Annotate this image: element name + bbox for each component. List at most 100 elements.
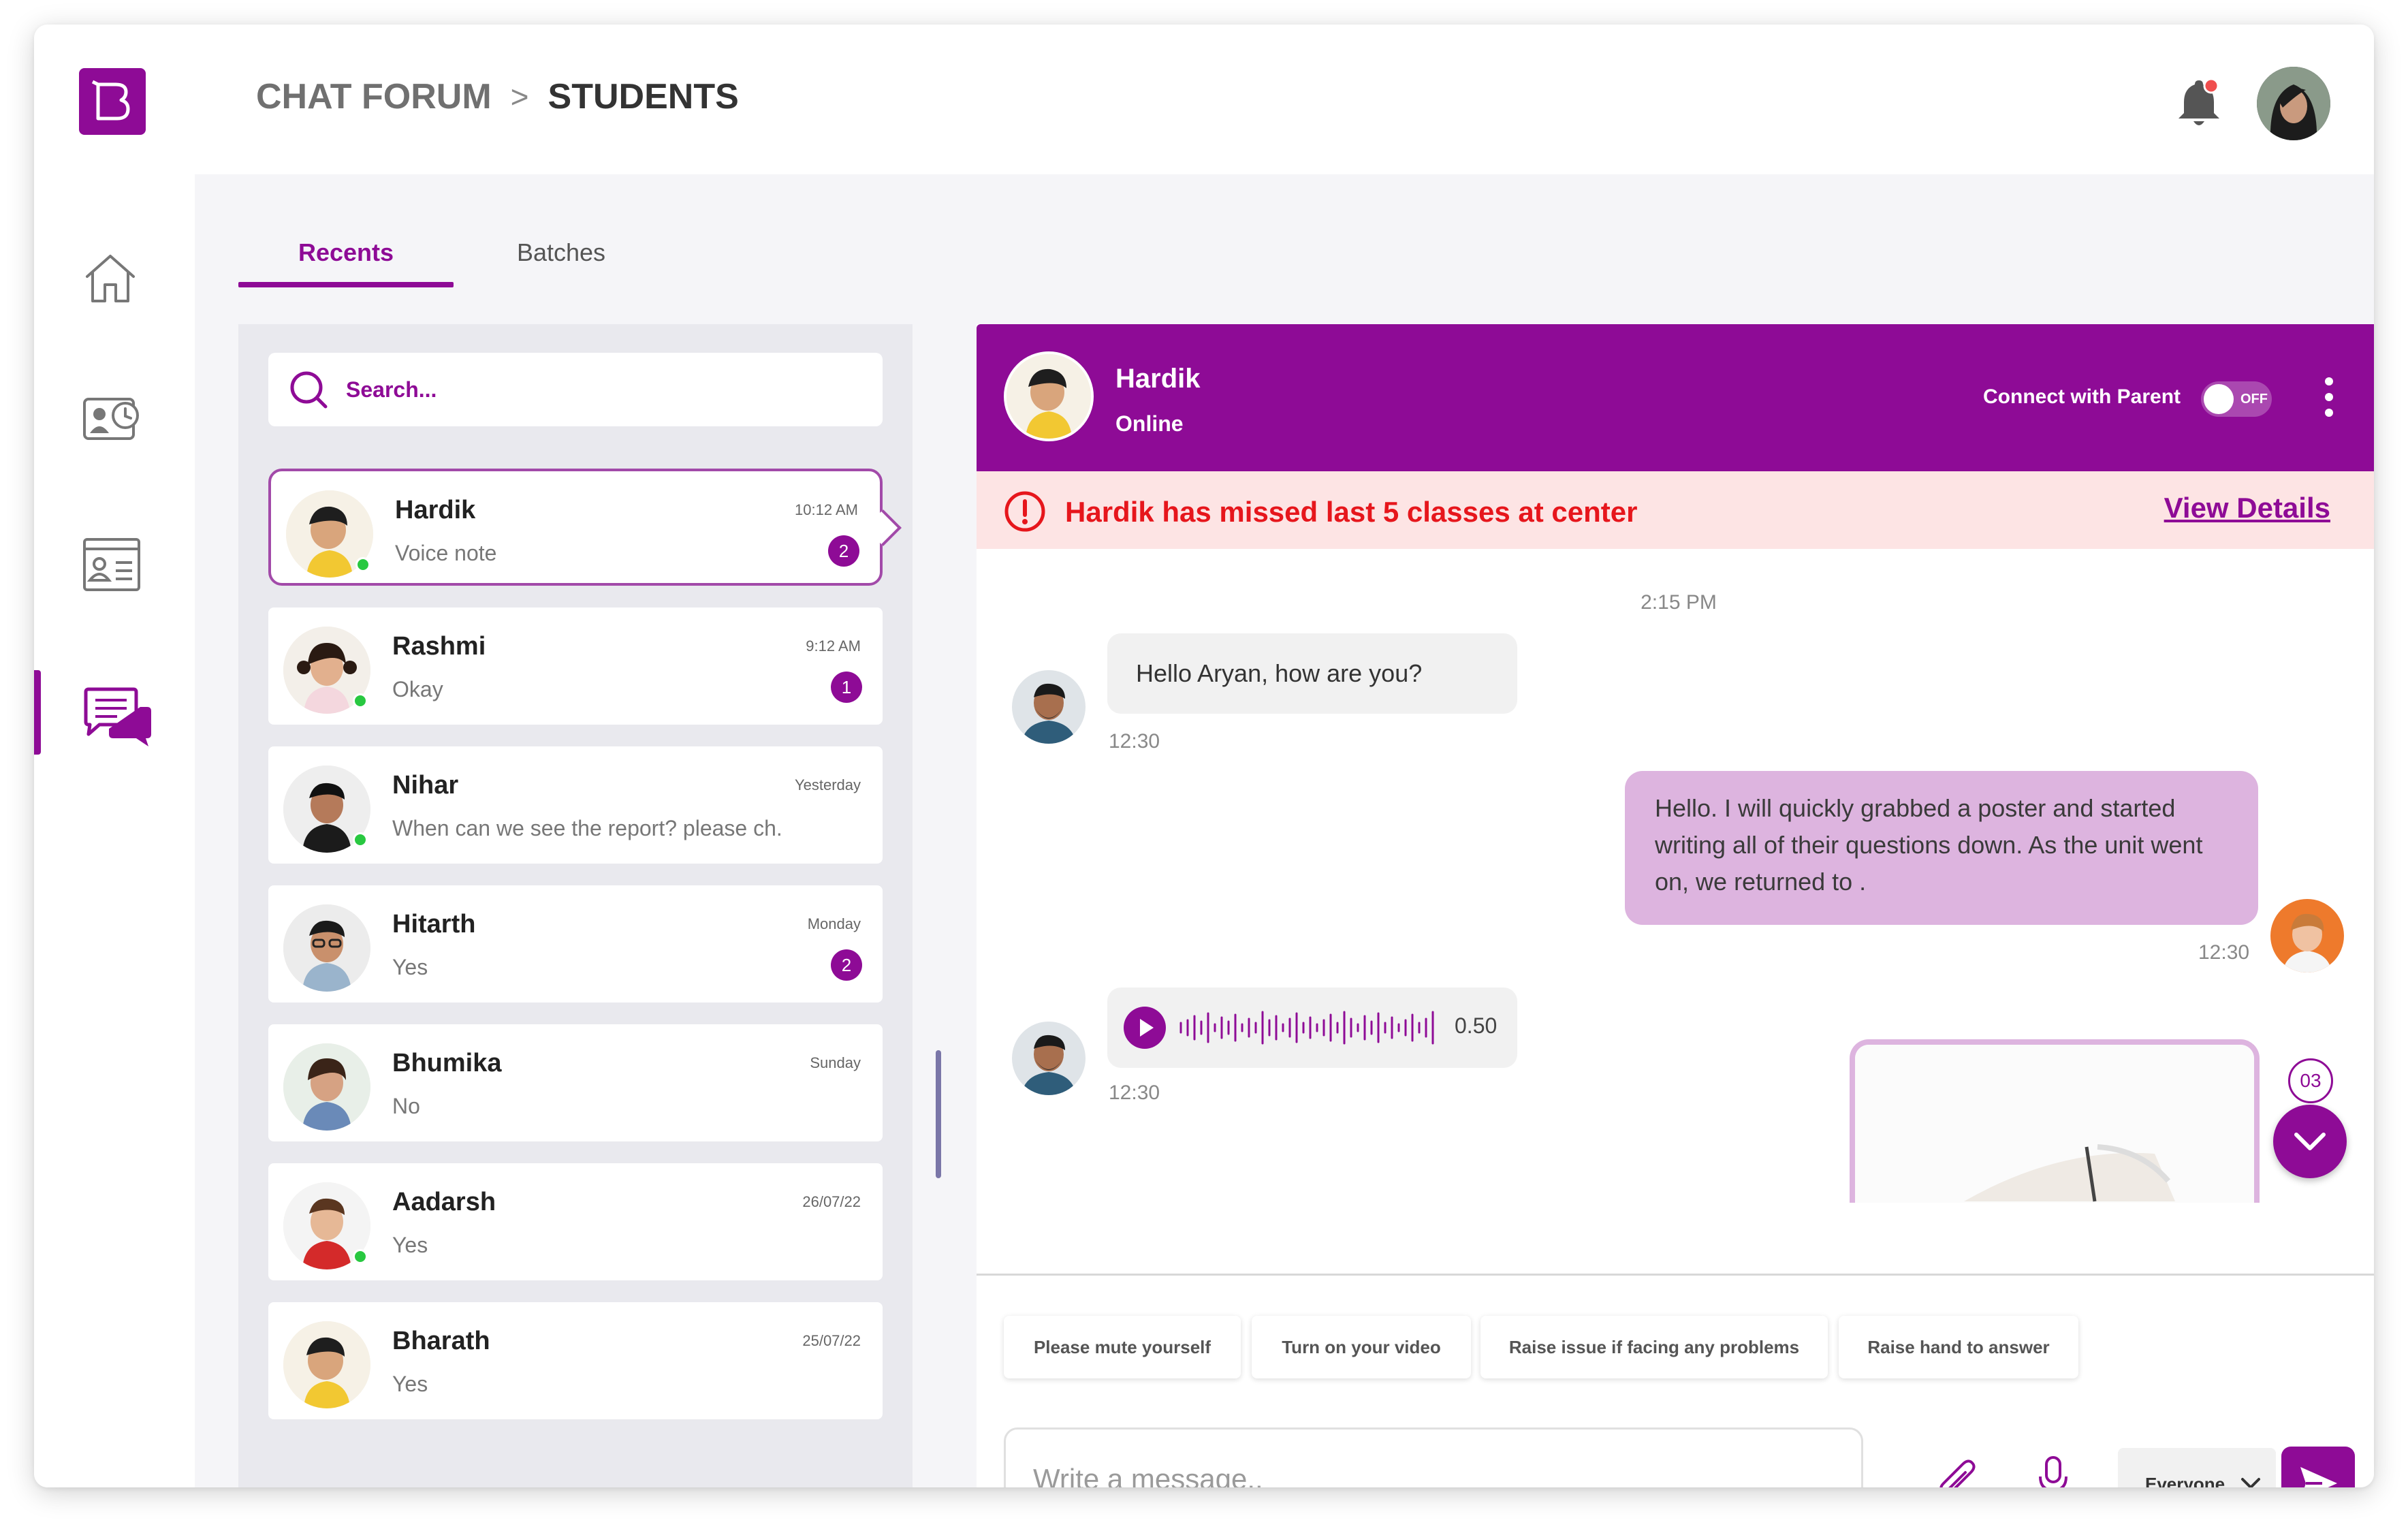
chat-list-item[interactable]: Aadarsh Yes 26/07/22	[268, 1163, 883, 1280]
breadcrumb-root[interactable]: CHAT FORUM	[256, 76, 492, 117]
contact-name: Hardik	[395, 496, 476, 524]
last-message: When can we see the report? please ch.	[392, 816, 782, 840]
alert-message: Hardik has missed last 5 classes at cent…	[1065, 496, 1638, 528]
contact-avatar[interactable]	[1004, 351, 1094, 441]
top-header: CHAT FORUM > STUDENTS	[195, 25, 2374, 174]
nav-directory[interactable]	[34, 518, 195, 606]
contact-name: Bhumika	[392, 1049, 502, 1077]
main-content: Recents Batches Hardik Voice note 10:12 …	[195, 174, 2374, 1487]
unread-badge: 2	[831, 949, 862, 981]
nav-home[interactable]	[34, 232, 195, 320]
toggle-knob	[2204, 384, 2234, 414]
outgoing-message-bubble: Hello. I will quickly grabbed a poster a…	[1625, 771, 2258, 925]
message-composer[interactable]	[1004, 1427, 1863, 1487]
voice-duration: 0.50	[1455, 1013, 1498, 1038]
avatar	[283, 1043, 370, 1131]
incoming-message-bubble: Hello Aryan, how are you?	[1107, 633, 1517, 714]
audience-dropdown[interactable]: Everyone	[2118, 1448, 2276, 1487]
quick-reply-raise-hand[interactable]: Raise hand to answer	[1839, 1316, 2078, 1378]
chat-tabs: Recents Batches	[238, 226, 669, 294]
quick-reply-video[interactable]: Turn on your video	[1252, 1316, 1471, 1378]
nav-chat[interactable]	[34, 667, 195, 756]
tab-recents[interactable]: Recents	[238, 226, 454, 294]
my-avatar	[2270, 899, 2344, 973]
breadcrumb: CHAT FORUM > STUDENTS	[256, 76, 739, 117]
message-time: 12:30	[2198, 941, 2250, 964]
image-message-preview[interactable]	[1850, 1039, 2260, 1203]
message-time: 12:30	[1109, 730, 1160, 753]
message-time: 25/07/22	[802, 1332, 861, 1349]
last-message: Yes	[392, 1233, 428, 1257]
contact-name: Aadarsh	[392, 1188, 496, 1216]
search-box[interactable]	[268, 353, 883, 426]
chat-list-item[interactable]: Hitarth Yes Monday 2	[268, 885, 883, 1003]
profile-card-icon	[83, 398, 139, 440]
scroll-down-button[interactable]	[2273, 1105, 2347, 1178]
microphone-icon[interactable]	[2036, 1455, 2070, 1487]
time-separator: 2:15 PM	[1641, 591, 1717, 614]
message-time: Monday	[807, 915, 861, 932]
chat-list-scrollbar[interactable]	[936, 1050, 941, 1178]
more-options-icon[interactable]	[2322, 377, 2336, 422]
nav-profile[interactable]	[34, 375, 195, 463]
toggle-state-label: OFF	[2240, 392, 2268, 407]
tab-batches[interactable]: Batches	[454, 226, 669, 294]
online-status-dot	[353, 1249, 368, 1264]
audience-value: Everyone	[2145, 1474, 2225, 1487]
online-status-dot	[353, 832, 368, 847]
message-time: 26/07/22	[802, 1193, 861, 1210]
message-time: Sunday	[810, 1054, 861, 1071]
alert-icon	[1004, 491, 1045, 532]
last-message: No	[392, 1094, 420, 1118]
waveform-icon	[1179, 1011, 1434, 1045]
send-button[interactable]	[2281, 1447, 2355, 1487]
sender-avatar	[1012, 670, 1086, 744]
user-avatar[interactable]	[2257, 67, 2330, 140]
message-time: Yesterday	[794, 776, 861, 793]
unread-badge: 1	[831, 672, 862, 703]
conversation-panel: Hardik Online Connect with Parent OFF Ha…	[977, 324, 2374, 1487]
last-message: Voice note	[395, 541, 497, 565]
breadcrumb-chevron-icon: >	[510, 79, 529, 114]
last-message: Yes	[392, 1372, 428, 1396]
contact-name: Nihar	[392, 771, 459, 800]
paperclip-icon[interactable]	[1934, 1457, 1979, 1487]
message-input[interactable]	[1033, 1463, 1837, 1487]
quick-reply-mute[interactable]: Please mute yourself	[1004, 1316, 1241, 1378]
contact-status: Online	[1115, 411, 1184, 436]
view-details-link[interactable]: View Details	[2164, 492, 2330, 524]
online-status-dot	[353, 693, 368, 708]
voice-note-bubble: 0.50	[1107, 988, 1517, 1068]
chevron-down-icon	[2294, 1133, 2326, 1150]
chat-list-item[interactable]: Bharath Yes 25/07/22	[268, 1302, 883, 1419]
nav-rail	[34, 25, 195, 1487]
message-thread[interactable]: 2:15 PM Hello Aryan, how are you? 12:30 …	[977, 549, 2374, 1274]
search-input[interactable]	[346, 377, 877, 403]
attendance-alert: Hardik has missed last 5 classes at cent…	[977, 471, 2374, 549]
home-icon	[86, 255, 135, 302]
quick-reply-raise-issue[interactable]: Raise issue if facing any problems	[1480, 1316, 1828, 1378]
notification-bell-icon[interactable]	[2174, 76, 2222, 131]
chat-list-item[interactable]: Rashmi Okay 9:12 AM 1	[268, 607, 883, 725]
chat-list-item[interactable]: Nihar When can we see the report? please…	[268, 746, 883, 864]
breadcrumb-current: STUDENTS	[548, 77, 739, 116]
contact-name: Rashmi	[392, 632, 486, 661]
connect-parent-label: Connect with Parent	[1983, 385, 2181, 408]
unread-badge: 2	[828, 535, 859, 567]
chat-list-item[interactable]: Bhumika No Sunday	[268, 1024, 883, 1141]
contact-name: Hardik	[1115, 364, 1201, 394]
connect-parent-toggle[interactable]: OFF	[2201, 381, 2272, 417]
message-time: 9:12 AM	[806, 637, 861, 654]
message-time: 10:12 AM	[795, 501, 858, 518]
last-message: Okay	[392, 677, 443, 701]
send-icon	[2300, 1467, 2337, 1487]
message-time: 12:30	[1109, 1082, 1160, 1104]
play-icon[interactable]	[1122, 1005, 1167, 1050]
online-status-dot	[355, 557, 370, 572]
id-card-icon	[83, 538, 140, 591]
avatar	[283, 904, 370, 992]
brand-logo[interactable]	[79, 68, 146, 135]
contact-name: Hitarth	[392, 910, 476, 938]
chat-list-item[interactable]: Hardik Voice note 10:12 AM 2	[268, 469, 883, 586]
composer-divider	[977, 1274, 2374, 1276]
